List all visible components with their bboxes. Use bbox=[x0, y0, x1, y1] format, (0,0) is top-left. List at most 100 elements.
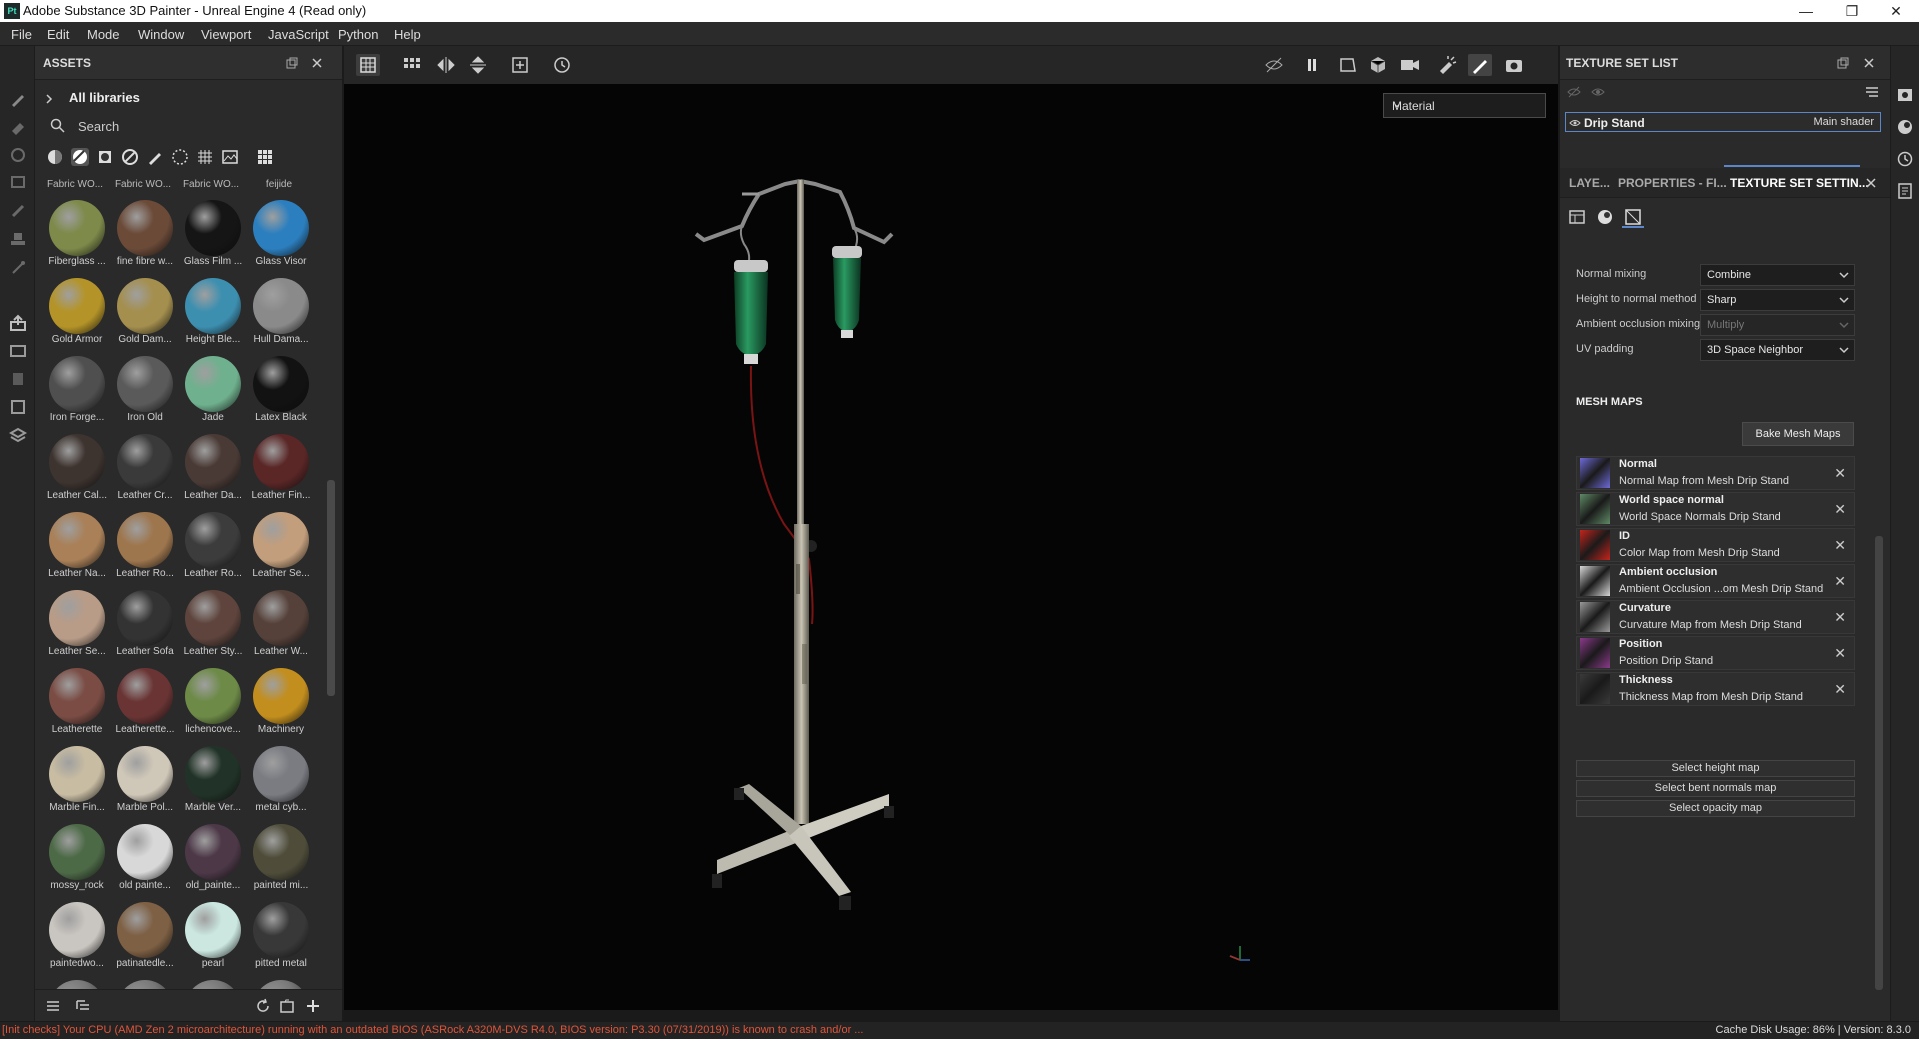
remove-map-icon[interactable]: ✕ bbox=[1834, 465, 1846, 482]
filter-smart-materials-icon[interactable] bbox=[71, 148, 89, 166]
material-tile[interactable]: Leatherette... bbox=[111, 660, 179, 738]
material-tile[interactable]: pearl bbox=[179, 894, 247, 972]
material-tile[interactable]: Leather Ro... bbox=[111, 504, 179, 582]
smudge-icon[interactable] bbox=[7, 200, 29, 222]
float-panel-icon[interactable] bbox=[1836, 56, 1850, 70]
float-panel-icon[interactable] bbox=[285, 56, 299, 70]
material-tile[interactable]: Glass Film ... bbox=[179, 192, 247, 270]
view-3d-icon[interactable] bbox=[1366, 54, 1390, 76]
refresh-icon[interactable] bbox=[255, 998, 271, 1014]
mirror-y-icon[interactable] bbox=[466, 54, 490, 76]
material-tile[interactable]: Hull Dama... bbox=[247, 270, 315, 348]
texture-set-icon[interactable] bbox=[1566, 206, 1588, 228]
shader-settings-icon[interactable] bbox=[1896, 118, 1914, 136]
view-2d-icon[interactable] bbox=[1336, 54, 1360, 76]
menu-mode[interactable]: Mode bbox=[87, 27, 120, 42]
filter-particles-icon[interactable] bbox=[171, 148, 189, 166]
material-tile[interactable]: Latex Black bbox=[247, 348, 315, 426]
restore-button[interactable]: ❐ bbox=[1829, 0, 1875, 22]
menu-window[interactable]: Window bbox=[138, 27, 184, 42]
symmetry-grid-icon[interactable] bbox=[356, 54, 380, 76]
history-icon[interactable] bbox=[550, 54, 574, 76]
eraser-icon[interactable] bbox=[7, 116, 29, 138]
material-tile[interactable]: Leather Cal... bbox=[43, 426, 111, 504]
select-height-map-button[interactable]: Select height map bbox=[1576, 760, 1855, 777]
texture-set-item[interactable]: Drip Stand Main shader bbox=[1565, 112, 1881, 132]
material-tile[interactable]: Leather Sofa bbox=[111, 582, 179, 660]
select-opacity-map-button[interactable]: Select opacity map bbox=[1576, 800, 1855, 817]
mesh-map-item[interactable]: World space normal World Space Normals Dr… bbox=[1576, 492, 1855, 526]
material-tile[interactable]: Leather Cr... bbox=[111, 426, 179, 504]
material-tile[interactable]: metal cyb... bbox=[247, 738, 315, 816]
material-tile[interactable]: paintedwo... bbox=[43, 894, 111, 972]
menu-file[interactable]: File bbox=[11, 27, 32, 42]
mirror-x-icon[interactable] bbox=[434, 54, 458, 76]
mesh-map-item[interactable]: Ambient occlusion Ambient Occlusion ...om… bbox=[1576, 564, 1855, 598]
texture-set-list-icon[interactable] bbox=[1896, 86, 1914, 104]
3d-viewport[interactable] bbox=[344, 84, 1558, 1010]
tab-layers[interactable]: LAYE... bbox=[1569, 176, 1610, 190]
bake-mesh-maps-button[interactable]: Bake Mesh Maps bbox=[1742, 422, 1854, 446]
material-tile[interactable]: Iron Old bbox=[111, 348, 179, 426]
list-view-icon[interactable] bbox=[45, 998, 61, 1014]
material-tile[interactable]: Marble Ver... bbox=[179, 738, 247, 816]
clone-stamp-icon[interactable] bbox=[7, 228, 29, 250]
uv-tiles-icon[interactable] bbox=[400, 54, 424, 76]
material-tile[interactable]: patinatedle... bbox=[111, 894, 179, 972]
material-tile[interactable]: Gold Dam... bbox=[111, 270, 179, 348]
filter-brushes-icon[interactable] bbox=[146, 148, 164, 166]
menu-edit[interactable]: Edit bbox=[47, 27, 69, 42]
assets-scrollbar[interactable] bbox=[327, 480, 335, 696]
material-tile[interactable]: Marble Pol... bbox=[111, 738, 179, 816]
paint-brush-icon[interactable] bbox=[7, 88, 29, 110]
texture-set-shader[interactable]: Main shader bbox=[1813, 116, 1874, 128]
remove-map-icon[interactable]: ✕ bbox=[1834, 537, 1846, 554]
select-bent-normals-map-button[interactable]: Select bent normals map bbox=[1576, 780, 1855, 797]
pause-icon[interactable] bbox=[1300, 54, 1324, 76]
settings-scrollbar[interactable] bbox=[1875, 536, 1883, 990]
menu-viewport[interactable]: Viewport bbox=[201, 27, 251, 42]
texture-icon[interactable] bbox=[7, 368, 29, 390]
minimize-button[interactable]: — bbox=[1783, 0, 1829, 22]
material-tile[interactable]: Leather Se... bbox=[43, 582, 111, 660]
hide-ui-icon[interactable] bbox=[1262, 54, 1286, 76]
material-tile[interactable]: mossy_rock bbox=[43, 816, 111, 894]
history-icon[interactable] bbox=[1896, 150, 1914, 168]
height-to-normal-select[interactable]: Sharp bbox=[1700, 289, 1855, 311]
material-tile[interactable]: old painte... bbox=[111, 816, 179, 894]
log-icon[interactable] bbox=[1896, 182, 1914, 200]
shader-ball-icon[interactable] bbox=[1594, 206, 1616, 228]
import-folder-icon[interactable] bbox=[279, 998, 295, 1014]
paint-mode-icon[interactable] bbox=[1468, 54, 1492, 76]
mesh-map-item[interactable]: ID Color Map from Mesh Drip Stand ✕ bbox=[1576, 528, 1855, 562]
remove-map-icon[interactable]: ✕ bbox=[1834, 573, 1846, 590]
close-panel-icon[interactable] bbox=[1862, 56, 1876, 70]
init-check-warning[interactable]: [Init checks] Your CPU (AMD Zen 2 microa… bbox=[2, 1024, 863, 1036]
tab-properties[interactable]: PROPERTIES - FI... bbox=[1618, 176, 1727, 190]
material-tile[interactable]: Height Ble... bbox=[179, 270, 247, 348]
material-tile[interactable]: Glass Visor bbox=[247, 192, 315, 270]
remove-map-icon[interactable]: ✕ bbox=[1834, 609, 1846, 626]
menu-icon[interactable] bbox=[1864, 84, 1880, 100]
menu-python[interactable]: Python bbox=[338, 27, 378, 42]
material-tile[interactable]: Fiberglass ... bbox=[43, 192, 111, 270]
display-settings-icon[interactable] bbox=[7, 396, 29, 418]
lighting-icon[interactable] bbox=[1436, 54, 1460, 76]
filter-textures-icon[interactable] bbox=[196, 148, 214, 166]
close-window-button[interactable]: ✕ bbox=[1873, 0, 1919, 22]
mesh-map-item[interactable]: Curvature Curvature Map from Mesh Drip St… bbox=[1576, 600, 1855, 634]
close-panel-icon[interactable] bbox=[310, 56, 324, 70]
mesh-map-item[interactable]: Normal Normal Map from Mesh Drip Stand ✕ bbox=[1576, 456, 1855, 490]
visibility-toggle-icon[interactable] bbox=[1566, 84, 1582, 100]
remove-map-icon[interactable]: ✕ bbox=[1834, 501, 1846, 518]
material-tile[interactable]: Leather W... bbox=[247, 582, 315, 660]
search-input[interactable]: Search bbox=[78, 119, 119, 134]
menu-help[interactable]: Help bbox=[394, 27, 421, 42]
projection-icon[interactable] bbox=[7, 144, 29, 166]
shader-settings-icon[interactable] bbox=[7, 424, 29, 446]
filter-smart-masks-icon[interactable] bbox=[96, 148, 114, 166]
viewport-mode-select[interactable]: Material ⌄ bbox=[1383, 93, 1546, 118]
asset-search[interactable]: Search bbox=[35, 114, 342, 138]
camera-icon[interactable] bbox=[1398, 54, 1422, 76]
mesh-map-item[interactable]: Thickness Thickness Map from Mesh Drip St… bbox=[1576, 672, 1855, 706]
